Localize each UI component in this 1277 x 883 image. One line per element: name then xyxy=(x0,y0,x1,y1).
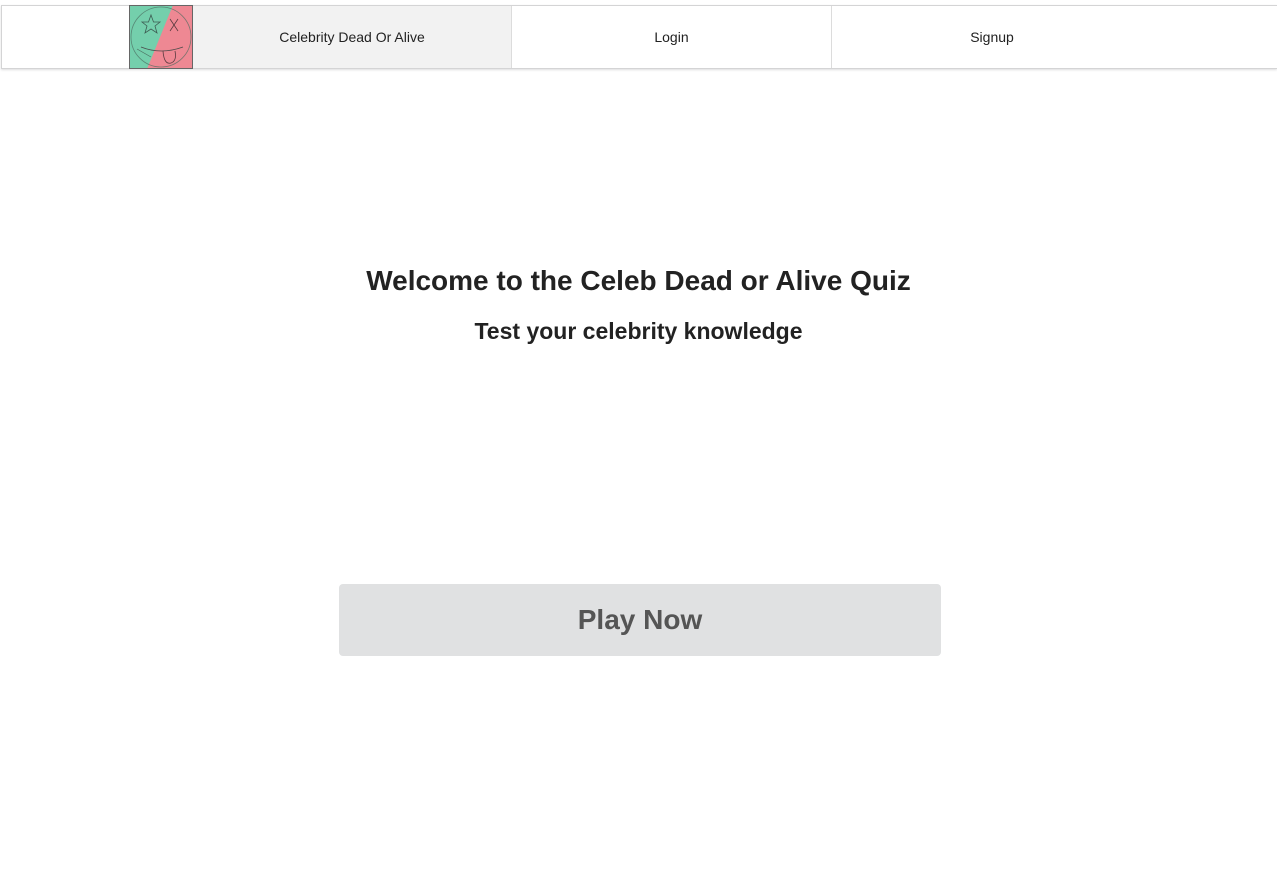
nav-signup-link[interactable]: Signup xyxy=(832,6,1152,68)
nav-login-link[interactable]: Login xyxy=(512,6,832,68)
dead-alive-face-icon xyxy=(129,5,193,69)
play-now-button[interactable]: Play Now xyxy=(339,584,941,656)
brand-label: Celebrity Dead Or Alive xyxy=(279,29,425,45)
hero-section: Welcome to the Celeb Dead or Alive Quiz … xyxy=(0,255,1277,351)
top-nav: Celebrity Dead Or Alive Login Signup xyxy=(1,5,1277,69)
page-subtitle: Test your celebrity knowledge xyxy=(474,318,803,344)
page-title: Welcome to the Celeb Dead or Alive Quiz xyxy=(366,265,911,296)
nav-brand[interactable]: Celebrity Dead Or Alive xyxy=(129,5,512,69)
